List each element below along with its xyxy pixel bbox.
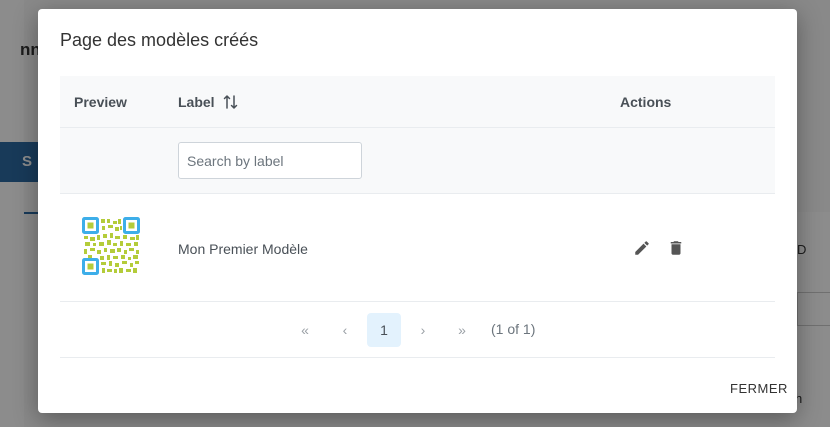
page-report: (1 of 1) (491, 321, 536, 337)
templates-table: Preview Label Actions Search by label Mo… (60, 76, 775, 358)
last-page-button[interactable]: » (445, 313, 479, 347)
pencil-icon[interactable] (633, 239, 651, 257)
sort-alt-icon[interactable] (223, 94, 239, 110)
dialog-title: Page des modèles créés (60, 30, 259, 50)
page-1-button[interactable]: 1 (367, 313, 401, 347)
first-page-button[interactable]: « (288, 313, 322, 347)
filter-row (60, 128, 775, 194)
trash-icon[interactable] (667, 239, 685, 257)
column-header-label-text: Label (178, 94, 215, 110)
next-page-button[interactable]: › (406, 313, 440, 347)
previous-page-button[interactable]: ‹ (328, 313, 362, 347)
column-header-actions: Actions (620, 94, 672, 110)
search-input[interactable] (178, 142, 362, 179)
column-header-preview: Preview (74, 94, 127, 110)
table-header: Preview Label Actions (60, 76, 775, 128)
close-button[interactable]: FERMER (730, 381, 788, 396)
paginator: « ‹ 1 › » (1 of 1) (60, 302, 775, 358)
qr-code-thumbnail (82, 217, 140, 275)
templates-dialog: Page des modèles créés Preview Label Act… (38, 9, 797, 413)
template-label: Mon Premier Modèle (178, 241, 308, 257)
column-header-label[interactable]: Label (178, 94, 239, 110)
table-row[interactable]: Mon Premier Modèle (60, 194, 775, 302)
